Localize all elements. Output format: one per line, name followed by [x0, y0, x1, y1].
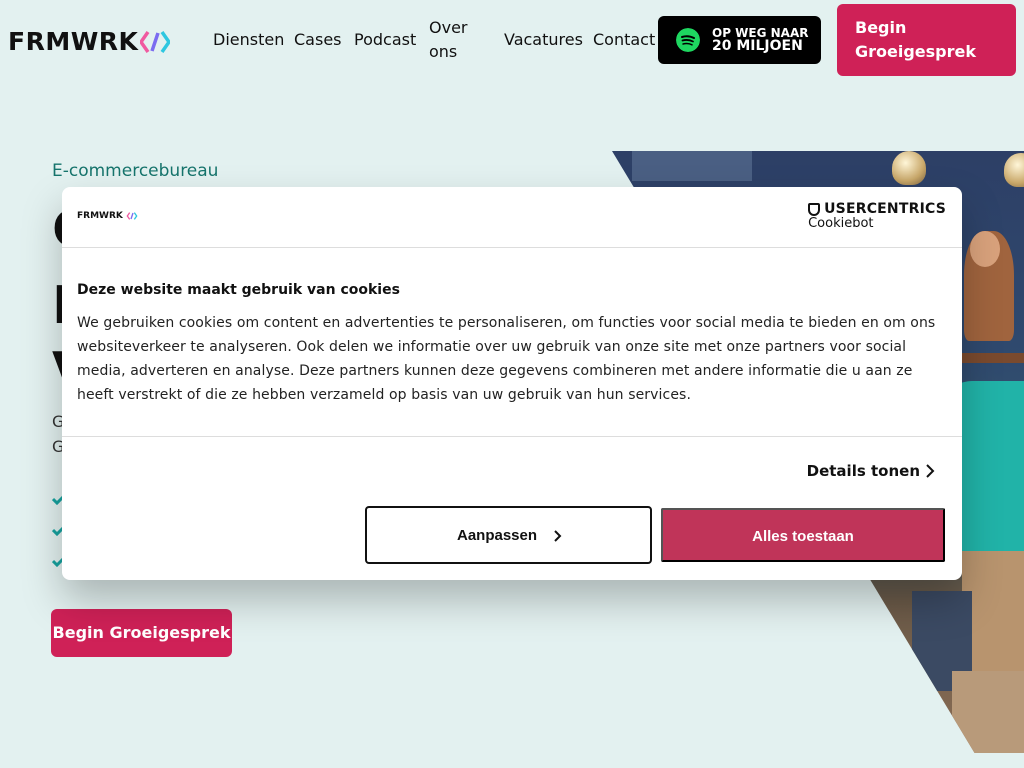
nav-vacatures[interactable]: Vacatures — [504, 28, 583, 52]
details-tonen-link[interactable]: Details tonen — [807, 462, 920, 480]
spotify-podcast-button[interactable]: OP WEG NAAR 20 MILJOEN — [658, 16, 821, 64]
begin-groeigesprek-hero-button[interactable]: Begin Groeigesprek — [51, 609, 232, 657]
cookie-consent-dialog: FRMWRK USERCENTRICS Cookiebot Deze websi… — [62, 187, 962, 580]
spotify-line2: 20 MILJOEN — [712, 38, 803, 54]
nav-cases[interactable]: Cases — [294, 28, 342, 52]
nav-podcast[interactable]: Podcast — [354, 28, 416, 52]
chevron-right-icon[interactable] — [924, 463, 936, 479]
alles-toestaan-button[interactable]: Alles toestaan — [661, 508, 945, 562]
carpet-shape — [952, 671, 1024, 753]
lamp-shape — [892, 151, 926, 185]
site-header: FRMWRK Diensten Cases Podcast Over ons V… — [0, 0, 1024, 80]
usercentrics-name: USERCENTRICS — [824, 201, 946, 217]
nav-over-ons-line1: Over — [429, 18, 468, 37]
usercentrics-name-row: USERCENTRICS — [808, 201, 946, 217]
logo-wordmark: FRMWRK — [8, 27, 139, 56]
nav-contact[interactable]: Contact — [593, 28, 655, 52]
table-shape — [952, 353, 1024, 363]
chevron-right-icon — [554, 530, 562, 542]
cookie-logo-text: FRMWRK — [77, 211, 123, 221]
nav-over-ons-line2: ons — [429, 42, 458, 61]
spotify-label: OP WEG NAAR 20 MILJOEN — [712, 27, 809, 54]
cookiebot-label: Cookiebot — [808, 216, 874, 231]
begin-groeigesprek-header-button[interactable]: Begin Groeigesprek — [837, 4, 1016, 76]
wall-shelf-shape — [632, 151, 752, 181]
cta-top-line2: Groeigesprek — [855, 42, 977, 61]
cta-top-line1: Begin — [855, 18, 907, 37]
spotify-icon — [676, 28, 700, 52]
frmwrk-logo-mark-icon — [126, 211, 138, 220]
frmwrk-logo-mark-icon — [140, 30, 171, 53]
lamp-shape — [1004, 153, 1024, 187]
aanpassen-button[interactable]: Aanpassen — [365, 506, 652, 564]
nav-over-ons[interactable]: Over ons — [429, 16, 467, 64]
hero-eyebrow: E-commercebureau — [52, 161, 219, 181]
site-logo[interactable]: FRMWRK — [8, 27, 171, 56]
cookie-divider — [62, 436, 962, 437]
cookie-dialog-body: We gebruiken cookies om content en adver… — [77, 315, 936, 403]
cookie-site-logo: FRMWRK — [77, 211, 138, 221]
person-head-shape — [970, 231, 1000, 267]
usercentrics-shield-icon — [808, 202, 821, 216]
nav-diensten[interactable]: Diensten — [213, 28, 284, 52]
cookie-dialog-title: Deze website maakt gebruik van cookies — [77, 282, 400, 298]
usercentrics-brand[interactable]: USERCENTRICS Cookiebot — [808, 201, 946, 231]
aanpassen-label: Aanpassen — [457, 527, 538, 544]
cookie-dialog-header: FRMWRK USERCENTRICS Cookiebot — [62, 187, 962, 248]
